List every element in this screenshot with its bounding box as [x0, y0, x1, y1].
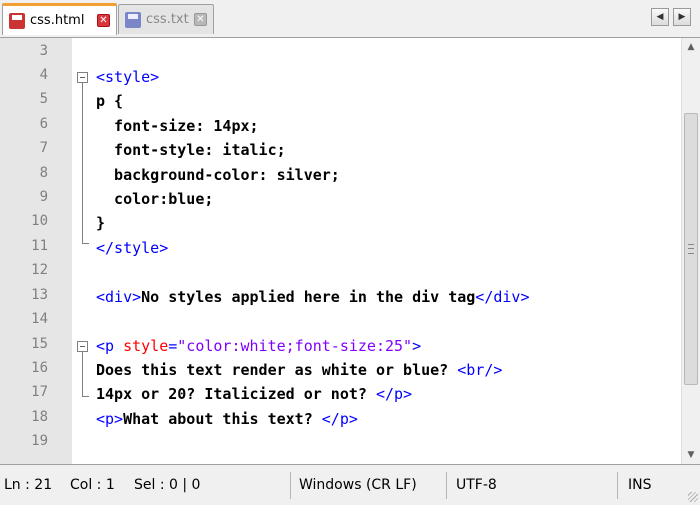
- code-line: 14px or 20? Italicized or not? </p>: [96, 385, 413, 403]
- tab-scroll-right-button[interactable]: ▶: [673, 8, 691, 26]
- scroll-down-icon[interactable]: ▼: [682, 446, 700, 464]
- code-line: color:blue;: [96, 190, 214, 208]
- line-number: 5: [39, 91, 48, 107]
- line-number: 4: [39, 67, 48, 83]
- tab-scroll-left-button[interactable]: ◀: [651, 8, 669, 26]
- code-line: <style>: [96, 68, 160, 86]
- fold-line: [82, 352, 83, 396]
- status-insert-mode[interactable]: INS: [628, 466, 652, 505]
- line-number: 6: [39, 116, 48, 132]
- code-line: Does this text render as white or blue? …: [96, 361, 503, 379]
- tab-css-txt[interactable]: css.txt ✕: [118, 4, 214, 34]
- close-icon[interactable]: ✕: [97, 14, 110, 27]
- tab-css-html[interactable]: css.html ✕: [2, 3, 117, 35]
- grip-icon: [688, 244, 694, 254]
- fold-line: [82, 243, 89, 244]
- line-number: 11: [31, 238, 48, 254]
- code-line: font-size: 14px;: [96, 117, 259, 135]
- line-number: 7: [39, 140, 48, 156]
- tab-bar: css.html ✕ css.txt ✕ ◀ ▶: [0, 0, 700, 37]
- code-line: }: [96, 214, 106, 232]
- code-line: <p>What about this text? </p>: [96, 410, 358, 428]
- line-number: 16: [31, 360, 48, 376]
- fold-line: [82, 396, 89, 397]
- line-number: 18: [31, 409, 48, 425]
- fold-collapse-icon[interactable]: [77, 72, 88, 83]
- vertical-scrollbar[interactable]: ▲ ▼: [681, 38, 700, 464]
- tab-label: css.txt: [146, 12, 189, 27]
- status-eol[interactable]: Windows (CR LF): [299, 466, 417, 505]
- resize-grip-icon[interactable]: [688, 492, 698, 502]
- scrollbar-thumb[interactable]: [684, 113, 698, 385]
- status-divider: [446, 472, 447, 499]
- tab-label: css.html: [30, 13, 85, 28]
- line-number: 14: [31, 311, 48, 327]
- status-selection: Sel : 0 | 0: [134, 477, 201, 493]
- code-line: font-style: italic;: [96, 141, 286, 159]
- status-bar: Ln : 21 Col : 1 Sel : 0 | 0 Windows (CR …: [0, 466, 700, 505]
- status-encoding[interactable]: UTF-8: [456, 466, 497, 505]
- code-line: <p style="color:white;font-size:25">: [96, 337, 422, 355]
- line-number: 15: [31, 336, 48, 352]
- save-disk-red-icon: [9, 12, 25, 29]
- line-number-gutter: 3 4 5 6 7 8 9 10 11 12 13 14 15 16 17 18…: [0, 38, 72, 464]
- code-editor[interactable]: 3 4 5 6 7 8 9 10 11 12 13 14 15 16 17 18…: [0, 37, 700, 465]
- code-line: background-color: silver;: [96, 166, 340, 184]
- status-line: Ln : 21: [4, 477, 53, 493]
- line-number: 19: [31, 433, 48, 449]
- status-divider: [617, 472, 618, 499]
- status-divider: [290, 472, 291, 499]
- scroll-up-icon[interactable]: ▲: [682, 38, 700, 56]
- close-icon[interactable]: ✕: [194, 13, 207, 26]
- line-number: 8: [39, 165, 48, 181]
- line-number: 3: [39, 43, 48, 59]
- code-line: <div>No styles applied here in the div t…: [96, 288, 530, 306]
- line-number: 10: [31, 213, 48, 229]
- line-number: 17: [31, 384, 48, 400]
- code-line: p {: [96, 92, 124, 110]
- line-number: 12: [31, 262, 48, 278]
- fold-line: [82, 83, 83, 243]
- code-line: </style>: [96, 239, 169, 257]
- line-number: 9: [39, 189, 48, 205]
- line-number: 13: [31, 287, 48, 303]
- save-disk-blue-icon: [125, 11, 141, 28]
- fold-collapse-icon[interactable]: [77, 341, 88, 352]
- status-column: Col : 1: [70, 477, 115, 493]
